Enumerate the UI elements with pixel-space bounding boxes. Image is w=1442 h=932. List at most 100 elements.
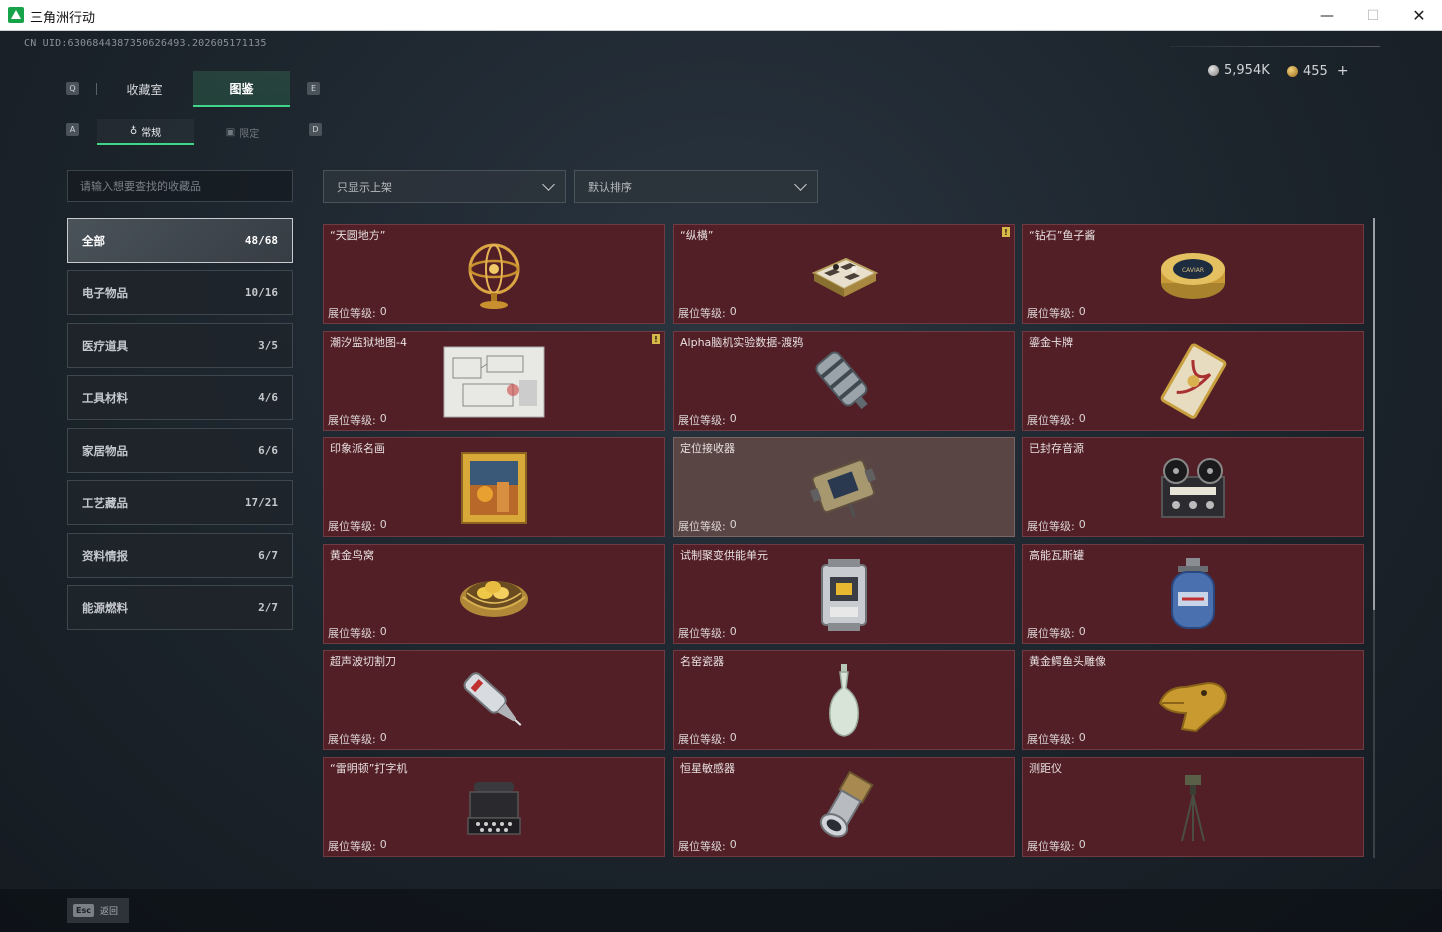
category-count: 2/7: [258, 601, 278, 614]
collection-item-card[interactable]: “天圆地方” 展位等级: 0: [323, 224, 665, 324]
category-crafts[interactable]: 工艺藏品 17/21: [67, 480, 293, 525]
level-label: 展位等级:: [1027, 520, 1075, 533]
search-input[interactable]: [67, 170, 293, 202]
image-icon: ▣: [225, 126, 236, 138]
collection-item-card[interactable]: 恒星敏感器 展位等级: 0: [673, 757, 1015, 857]
category-tools[interactable]: 工具材料 4/6: [67, 375, 293, 420]
minimize-button[interactable]: —: [1304, 0, 1350, 31]
booth-level: 展位等级: 0: [678, 731, 737, 747]
level-label: 展位等级:: [1027, 627, 1075, 640]
level-label: 展位等级:: [1027, 840, 1075, 853]
category-label: 能源燃料: [82, 600, 128, 615]
window-title: 三角洲行动: [30, 11, 96, 26]
collection-item-card[interactable]: 定位接收器 展位等级: 0: [673, 437, 1015, 537]
booth-level: 展位等级: 0: [1027, 518, 1086, 534]
booth-level: 展位等级: 0: [678, 625, 737, 641]
level-label: 展位等级:: [328, 733, 376, 746]
new-badge: !: [652, 334, 660, 344]
rangefinder-tripod-icon: [1133, 766, 1253, 850]
level-label: 展位等级:: [678, 627, 726, 640]
gold-coin-icon: [1287, 65, 1298, 77]
player-uid: CN UID:6306844387350626493.202605171135: [24, 38, 267, 49]
gold-currency: 455 +: [1287, 63, 1349, 79]
level-value: 0: [1078, 625, 1086, 638]
collection-item-card[interactable]: 潮汐监狱地图-4 ! 展位等级: 0: [323, 331, 665, 431]
close-button[interactable]: ✕: [1396, 0, 1442, 31]
booth-level: 展位等级: 0: [1027, 838, 1086, 854]
item-name: 潮汐监狱地图-4: [330, 336, 407, 349]
booth-level: 展位等级: 0: [328, 518, 387, 534]
tab-catalog[interactable]: 图鉴: [193, 71, 290, 107]
silver-amount: 5,954K: [1224, 63, 1270, 78]
category-electronics[interactable]: 电子物品 10/16: [67, 270, 293, 315]
shelf-filter-dropdown[interactable]: 只显示上架: [323, 170, 566, 203]
level-value: 0: [379, 731, 387, 744]
level-value: 0: [729, 518, 737, 531]
category-label: 家居物品: [82, 443, 128, 458]
collection-item-card[interactable]: “雷明顿”打字机 展位等级: 0: [323, 757, 665, 857]
category-label: 全部: [82, 233, 105, 248]
level-value: 0: [729, 731, 737, 744]
sort-dropdown[interactable]: 默认排序: [574, 170, 818, 203]
add-currency-button[interactable]: +: [1337, 63, 1349, 79]
collection-item-card[interactable]: 已封存音源 展位等级: 0: [1022, 437, 1364, 537]
category-intel[interactable]: 资料情报 6/7: [67, 533, 293, 578]
maximize-button[interactable]: ☐: [1350, 0, 1396, 31]
grid-scrollbar-thumb[interactable]: [1373, 218, 1375, 610]
level-label: 展位等级:: [678, 840, 726, 853]
item-name: 黄金鸟窝: [330, 549, 374, 562]
map-blueprint-icon: [434, 340, 554, 424]
gas-canister-icon: [1133, 553, 1253, 637]
level-label: 展位等级:: [678, 520, 726, 533]
window-title-bar: 三角洲行动 — ☐ ✕: [0, 0, 1442, 31]
category-household[interactable]: 家居物品 6/6: [67, 428, 293, 473]
collection-item-card[interactable]: 鎏金卡牌 展位等级: 0: [1022, 331, 1364, 431]
level-label: 展位等级:: [678, 733, 726, 746]
category-label: 医疗道具: [82, 338, 128, 353]
back-button[interactable]: Esc 返回: [67, 898, 129, 923]
category-medical[interactable]: 医疗道具 3/5: [67, 323, 293, 368]
ultrasonic-knife-icon: [434, 659, 554, 743]
item-name: 已封存音源: [1029, 442, 1084, 455]
collection-item-card[interactable]: 印象派名画 展位等级: 0: [323, 437, 665, 537]
booth-level: 展位等级: 0: [1027, 625, 1086, 641]
game-viewport: CN UID:6306844387350626493.202605171135 …: [0, 31, 1442, 932]
data-canister-icon: [784, 340, 904, 424]
category-label: 电子物品: [82, 285, 128, 300]
key-hint-d: D: [309, 123, 322, 136]
key-hint-a: A: [66, 123, 79, 136]
tab-limited[interactable]: ▣ 限定: [194, 119, 291, 145]
item-name: 鎏金卡牌: [1029, 336, 1073, 349]
collection-item-card[interactable]: 试制聚变供能单元 展位等级: 0: [673, 544, 1015, 644]
tab-regular-label: 常规: [141, 127, 162, 139]
level-value: 0: [729, 305, 737, 318]
tab-regular[interactable]: ♁ 常规: [97, 119, 194, 145]
golden-nest-icon: [434, 553, 554, 637]
collection-item-card[interactable]: “钻石”鱼子酱 CAVIAR 展位等级: 0: [1022, 224, 1364, 324]
fusion-cell-icon: [784, 553, 904, 637]
collection-item-card[interactable]: 黄金鸟窝 展位等级: 0: [323, 544, 665, 644]
collection-item-card[interactable]: 名窑瓷器 展位等级: 0: [673, 650, 1015, 750]
category-energy[interactable]: 能源燃料 2/7: [67, 585, 293, 630]
tab-collection-room[interactable]: 收藏室: [96, 71, 193, 107]
collection-item-card[interactable]: Alpha脑机实验数据-渡鸦 展位等级: 0: [673, 331, 1015, 431]
framed-painting-icon: [434, 446, 554, 530]
category-count: 3/5: [258, 339, 278, 352]
typewriter-icon: [434, 766, 554, 850]
collection-item-card[interactable]: 测距仪 展位等级: 0: [1022, 757, 1364, 857]
collection-item-card[interactable]: 黄金鳄鱼头雕像 展位等级: 0: [1022, 650, 1364, 750]
key-hint-q: Q: [66, 82, 79, 95]
category-label: 工具材料: [82, 390, 128, 405]
level-label: 展位等级:: [1027, 307, 1075, 320]
category-count: 6/7: [258, 549, 278, 562]
category-all[interactable]: 全部 48/68: [67, 218, 293, 263]
category-count: 6/6: [258, 444, 278, 457]
collection-item-card[interactable]: 超声波切割刀 展位等级: 0: [323, 650, 665, 750]
booth-level: 展位等级: 0: [328, 838, 387, 854]
level-value: 0: [729, 625, 737, 638]
reel-recorder-icon: [1133, 446, 1253, 530]
esc-key-icon: Esc: [73, 904, 94, 917]
collection-item-card[interactable]: 高能瓦斯罐 展位等级: 0: [1022, 544, 1364, 644]
booth-level: 展位等级: 0: [678, 838, 737, 854]
collection-item-card[interactable]: “纵横” ! 展位等级: 0: [673, 224, 1015, 324]
